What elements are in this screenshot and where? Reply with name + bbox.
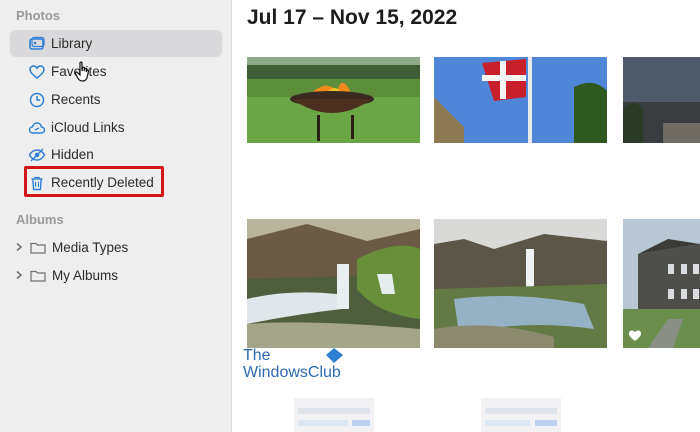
favorite-heart-icon[interactable] (628, 329, 642, 342)
sidebar: Photos Library Favorites Recents iCloud … (0, 0, 232, 432)
sidebar-item-recents[interactable]: Recents (10, 86, 222, 113)
logo-icon (326, 348, 343, 363)
date-range-title: Jul 17 – Nov 15, 2022 (247, 6, 458, 29)
sidebar-item-label: Hidden (51, 147, 94, 162)
albums-section-header: Albums (16, 212, 64, 227)
sidebar-item-favorites[interactable]: Favorites (10, 58, 222, 85)
photo-stormy-sky[interactable] (623, 57, 700, 143)
photo-fire-pit[interactable] (247, 57, 420, 143)
photo-waterfall-1[interactable] (247, 219, 420, 348)
recently-deleted-highlight (24, 166, 164, 197)
folder-icon (30, 242, 46, 254)
sidebar-item-label: Library (51, 36, 93, 51)
chevron-right-icon[interactable] (14, 270, 24, 280)
sidebar-item-library[interactable]: Library (10, 30, 222, 57)
photo-screenshot-2[interactable] (481, 398, 561, 432)
watermark-line2: WindowsClub (243, 364, 341, 381)
photo-screenshot-1[interactable] (294, 398, 374, 432)
sidebar-item-label: iCloud Links (51, 120, 125, 135)
photo-library-icon (28, 35, 46, 53)
clock-icon (28, 91, 46, 109)
album-item-media-types[interactable]: Media Types (30, 234, 128, 260)
chevron-right-icon[interactable] (14, 242, 24, 252)
sidebar-item-hidden[interactable]: Hidden (10, 141, 222, 168)
eye-slash-icon (28, 146, 46, 164)
watermark: The WindowsClub (243, 347, 343, 381)
album-item-label: Media Types (52, 239, 129, 255)
photo-danish-flag[interactable] (434, 57, 607, 143)
album-item-my-albums[interactable]: My Albums (30, 262, 118, 288)
folder-icon (30, 270, 46, 282)
cloud-link-icon (28, 119, 46, 137)
photo-waterfall-2[interactable] (434, 219, 607, 348)
sidebar-item-label: Recents (51, 92, 101, 107)
hand-cursor-icon (74, 61, 90, 82)
photos-section-header: Photos (16, 8, 61, 23)
album-item-label: My Albums (52, 267, 119, 283)
heart-icon (28, 63, 46, 81)
sidebar-item-icloud-links[interactable]: iCloud Links (10, 114, 222, 141)
